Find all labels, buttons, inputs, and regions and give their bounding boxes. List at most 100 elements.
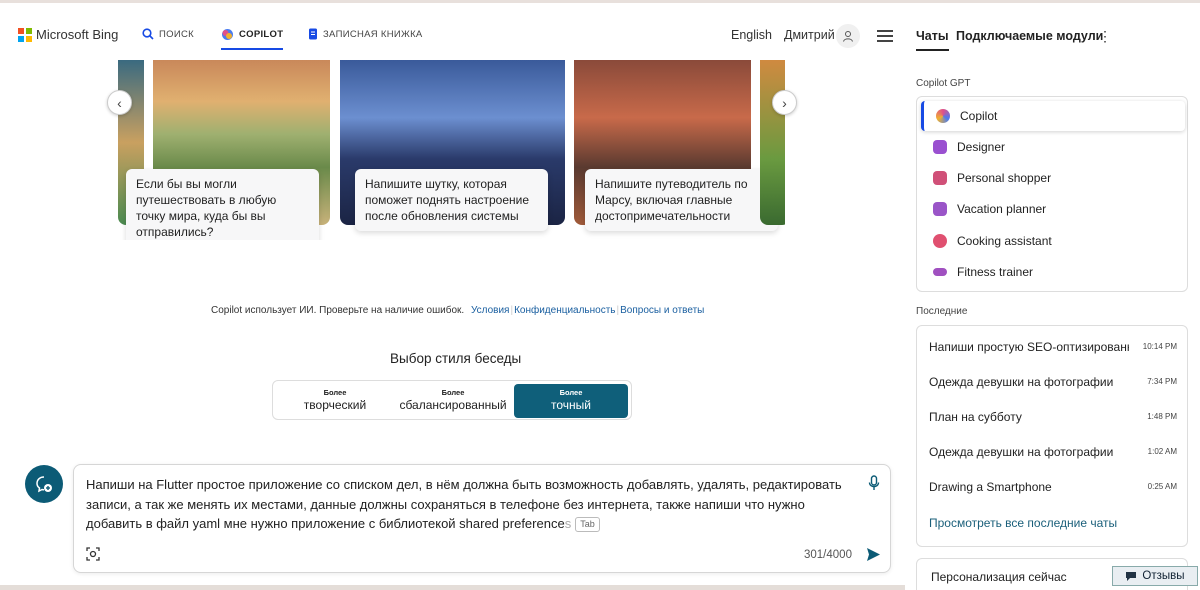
tab-copilot-label: COPILOT — [239, 29, 284, 40]
copilot-icon — [936, 109, 950, 123]
new-chat-icon — [36, 476, 52, 493]
gpt-item-copilot[interactable]: Copilot — [921, 101, 1185, 131]
chat-input[interactable]: Напиши на Flutter простое приложение со … — [86, 475, 856, 534]
feedback-label: Отзывы — [1142, 570, 1185, 582]
chat-input-value: Напиши на Flutter простое приложение со … — [86, 477, 842, 531]
more-options-icon[interactable]: ⋮ — [1098, 28, 1112, 45]
card-image-partial-right — [760, 60, 785, 225]
suggestion-card[interactable]: Напишите шутку, которая поможет поднять … — [355, 169, 548, 231]
gpt-item-personal-shopper[interactable]: Personal shopper — [921, 163, 1185, 193]
tab-search[interactable]: ПОИСК — [142, 28, 194, 40]
menu-icon[interactable] — [877, 30, 893, 45]
recent-chats-list: Напиши простую SEO-оптизированную 10:14 … — [916, 325, 1188, 547]
top-navigation: Microsoft Bing ПОИСК COPILOT ЗАПИСНАЯ КН… — [0, 18, 905, 58]
style-balanced-label: сбалансированный — [399, 398, 507, 412]
recent-chat-time: 7:34 PM — [1147, 377, 1177, 386]
notebook-icon — [309, 28, 317, 40]
send-icon — [867, 548, 880, 561]
autocomplete-suggestion: s — [564, 516, 572, 531]
conversation-style-title: Выбор стиля беседы — [390, 351, 522, 366]
style-precise-small: Более — [559, 388, 583, 397]
see-all-recent-link[interactable]: Просмотреть все последние чаты — [929, 516, 1117, 530]
visual-search-button[interactable] — [86, 547, 100, 566]
gpt-item-label: Cooking assistant — [957, 234, 1052, 248]
privacy-link[interactable]: Конфиденциальность — [514, 305, 615, 316]
suggestion-carousel: Если бы вы могли путешествовать в любую … — [118, 60, 785, 240]
language-switch[interactable]: English — [731, 28, 772, 42]
dumbbell-icon — [933, 268, 947, 276]
chevron-right-icon: › — [782, 94, 787, 111]
gpt-item-label: Vacation planner — [957, 202, 1047, 216]
recent-chat-item[interactable]: Одежда девушки на фотографии 1:02 AM — [929, 443, 1181, 463]
tab-notebook[interactable]: ЗАПИСНАЯ КНИЖКА — [308, 28, 423, 40]
suggestion-card[interactable]: Если бы вы могли путешествовать в любую … — [126, 169, 319, 240]
top-border — [0, 0, 1200, 3]
microphone-icon — [868, 475, 880, 490]
recent-chat-time: 1:48 PM — [1147, 412, 1177, 421]
tab-copilot[interactable]: COPILOT — [221, 28, 284, 50]
conversation-style-selector: Более творческий Более сбалансированный … — [272, 380, 632, 420]
microsoft-logo-icon — [18, 27, 32, 42]
suggestion-card[interactable]: Напишите путеводитель по Марсу, включая … — [585, 169, 778, 231]
gpt-item-label: Copilot — [960, 109, 998, 123]
designer-icon — [933, 140, 947, 154]
tab-notebook-label: ЗАПИСНАЯ КНИЖКА — [323, 28, 423, 40]
chevron-left-icon: ‹ — [117, 94, 122, 111]
style-precise-label: точный — [551, 398, 591, 412]
style-balanced-button[interactable]: Более сбалансированный — [395, 384, 511, 418]
terms-link[interactable]: Условия — [471, 305, 510, 316]
avatar[interactable] — [836, 24, 860, 48]
gpt-item-label: Designer — [957, 140, 1006, 154]
gpt-item-cooking-assistant[interactable]: Cooking assistant — [921, 226, 1185, 256]
style-creative-button[interactable]: Более творческий — [277, 384, 393, 418]
tab-chats[interactable]: Чаты — [916, 29, 949, 51]
recent-chat-time: 1:02 AM — [1147, 447, 1177, 456]
suitcase-icon — [933, 202, 947, 216]
send-button[interactable] — [866, 547, 881, 567]
gpt-item-label: Personal shopper — [957, 171, 1052, 185]
char-counter: 301/4000 — [804, 549, 852, 561]
carousel-next-button[interactable]: › — [772, 90, 797, 115]
recent-chat-time: 10:14 PM — [1142, 342, 1177, 351]
gpt-item-designer[interactable]: Designer — [921, 132, 1185, 162]
cooking-icon — [933, 234, 947, 248]
feedback-icon — [1126, 571, 1137, 581]
chat-input-box[interactable]: Напиши на Flutter простое приложение со … — [73, 464, 891, 573]
personalization-label: Персонализация сейчас — [931, 570, 1067, 584]
recent-chat-item[interactable]: Drawing a Smartphone 0:25 AM — [929, 478, 1181, 498]
new-topic-button[interactable] — [25, 465, 63, 503]
recent-chat-title: Одежда девушки на фотографии — [929, 375, 1114, 389]
carousel-prev-button[interactable]: ‹ — [107, 90, 132, 115]
tab-search-label: ПОИСК — [159, 28, 194, 40]
recent-chat-item[interactable]: Одежда девушки на фотографии 7:34 PM — [929, 373, 1181, 393]
faq-link[interactable]: Вопросы и ответы — [620, 305, 704, 316]
user-icon — [843, 31, 853, 42]
disclaimer-text: Copilot использует ИИ. Проверьте на нали… — [211, 305, 465, 316]
ai-disclaimer: Copilot использует ИИ. Проверьте на нали… — [211, 305, 705, 316]
style-balanced-small: Более — [441, 388, 465, 397]
recent-chat-item[interactable]: План на субботу 1:48 PM — [929, 408, 1181, 428]
gpt-item-fitness-trainer[interactable]: Fitness trainer — [921, 257, 1185, 287]
bing-logo[interactable]: Microsoft Bing — [18, 27, 118, 42]
style-precise-button[interactable]: Более точный — [514, 384, 628, 418]
bottom-strip — [0, 585, 905, 590]
tab-plugins[interactable]: Подключаемые модули — [956, 29, 1103, 43]
microphone-button[interactable] — [868, 475, 880, 496]
brand-name: Microsoft Bing — [36, 27, 119, 42]
gpt-list: Copilot Designer Personal shopper Vacati… — [916, 96, 1188, 292]
recent-chat-time: 0:25 AM — [1147, 482, 1177, 491]
shopper-icon — [933, 171, 947, 185]
recent-chat-title: Напиши простую SEO-оптизированную — [929, 340, 1129, 354]
gpt-item-vacation-planner[interactable]: Vacation planner — [921, 194, 1185, 224]
user-name[interactable]: Дмитрий — [784, 28, 835, 42]
gpt-section-label: Copilot GPT — [916, 78, 971, 89]
search-icon — [142, 28, 154, 40]
style-creative-small: Более — [323, 388, 347, 397]
feedback-button[interactable]: Отзывы — [1112, 566, 1198, 586]
recent-section-label: Последние — [916, 306, 968, 317]
recent-chat-item[interactable]: Напиши простую SEO-оптизированную 10:14 … — [929, 338, 1181, 358]
tab-hint-badge: Tab — [575, 517, 600, 532]
style-creative-label: творческий — [303, 398, 367, 412]
recent-chat-title: Drawing a Smartphone — [929, 480, 1052, 494]
recent-chat-title: Одежда девушки на фотографии — [929, 445, 1114, 459]
